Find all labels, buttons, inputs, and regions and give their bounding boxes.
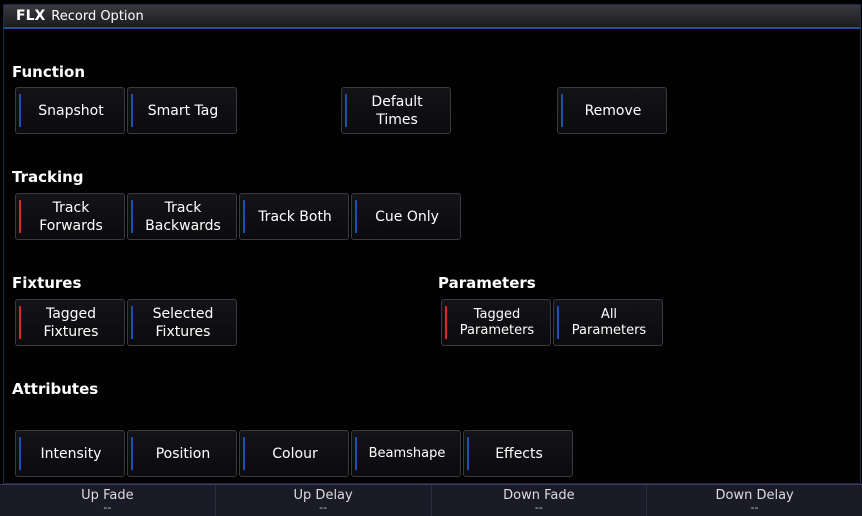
down-delay-encoder[interactable]: Down Delay -- [647, 484, 862, 516]
up-fade-encoder[interactable]: Up Fade -- [0, 484, 216, 516]
button-label: Track Both [258, 208, 332, 225]
state-indicator [19, 94, 21, 127]
button-label: Tagged Fixtures [43, 305, 99, 340]
state-indicator [131, 306, 133, 339]
state-indicator [19, 200, 21, 233]
state-indicator [345, 94, 347, 127]
tagged-fixtures-button[interactable]: Tagged Fixtures [15, 299, 125, 346]
attributes-heading: Attributes [12, 380, 99, 398]
state-indicator [355, 437, 357, 470]
button-label: Snapshot [38, 102, 104, 119]
intensity-button[interactable]: Intensity [15, 430, 125, 477]
button-label: Intensity [40, 445, 102, 462]
encoder-bar: Up Fade -- Up Delay -- Down Fade -- Down… [0, 484, 862, 516]
remove-button[interactable]: Remove [557, 87, 667, 134]
track-backwards-button[interactable]: Track Backwards [127, 193, 237, 240]
button-label: Cue Only [375, 208, 439, 225]
up-delay-encoder[interactable]: Up Delay -- [215, 484, 432, 516]
flx-logo: FLX [16, 8, 46, 24]
state-indicator [19, 306, 21, 339]
state-indicator [131, 200, 133, 233]
button-label: Track Backwards [145, 199, 221, 234]
state-indicator [561, 94, 563, 127]
encoder-value: -- [319, 501, 328, 514]
button-label: Selected Fixtures [152, 305, 214, 340]
button-label: Tagged Parameters [459, 306, 535, 338]
state-indicator [19, 437, 21, 470]
effects-button[interactable]: Effects [463, 430, 573, 477]
default-times-button[interactable]: Default Times [341, 87, 451, 134]
button-label: All Parameters [571, 306, 647, 338]
button-label: Smart Tag [147, 102, 219, 119]
button-label: Default Times [371, 93, 423, 128]
state-indicator [131, 437, 133, 470]
title-bar: FLX Record Option [4, 5, 860, 29]
snapshot-button[interactable]: Snapshot [15, 87, 125, 134]
button-label: Position [155, 445, 211, 462]
state-indicator [467, 437, 469, 470]
selected-fixtures-button[interactable]: Selected Fixtures [127, 299, 237, 346]
record-option-window: FLX Record Option Function Snapshot Smar… [3, 4, 861, 484]
button-label: Track Forwards [39, 199, 103, 234]
beamshape-button[interactable]: Beamshape [351, 430, 461, 477]
state-indicator [243, 437, 245, 470]
smart-tag-button[interactable]: Smart Tag [127, 87, 237, 134]
button-label: Beamshape [368, 445, 446, 461]
down-fade-encoder[interactable]: Down Fade -- [431, 484, 648, 516]
button-label: Remove [584, 102, 642, 119]
function-heading: Function [12, 63, 86, 81]
state-indicator [355, 200, 357, 233]
parameters-heading: Parameters [438, 274, 536, 292]
track-both-button[interactable]: Track Both [239, 193, 349, 240]
encoder-value: -- [103, 501, 112, 514]
all-parameters-button[interactable]: All Parameters [553, 299, 663, 346]
button-label: Colour [272, 445, 318, 462]
tagged-parameters-button[interactable]: Tagged Parameters [441, 299, 551, 346]
colour-button[interactable]: Colour [239, 430, 349, 477]
encoder-value: -- [534, 501, 543, 514]
state-indicator [131, 94, 133, 127]
state-indicator [557, 306, 559, 339]
encoder-value: -- [750, 501, 759, 514]
state-indicator [243, 200, 245, 233]
cue-only-button[interactable]: Cue Only [351, 193, 461, 240]
tracking-heading: Tracking [12, 168, 84, 186]
window-title: Record Option [51, 8, 144, 24]
state-indicator [445, 306, 447, 339]
track-forwards-button[interactable]: Track Forwards [15, 193, 125, 240]
button-label: Effects [495, 445, 543, 462]
position-button[interactable]: Position [127, 430, 237, 477]
fixtures-heading: Fixtures [12, 274, 82, 292]
